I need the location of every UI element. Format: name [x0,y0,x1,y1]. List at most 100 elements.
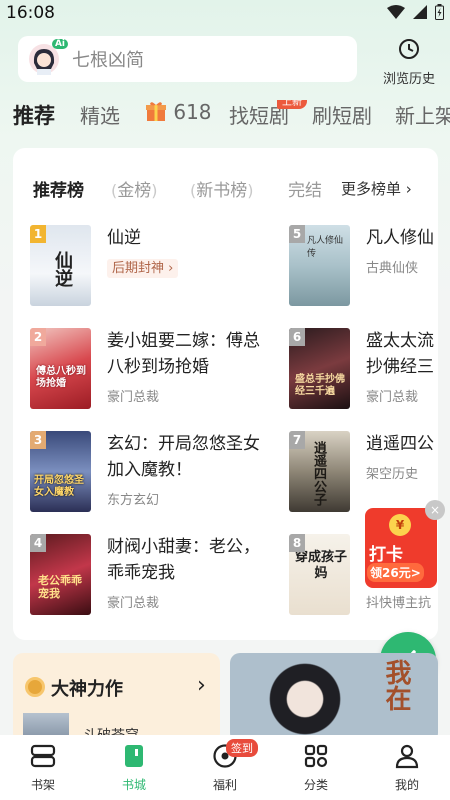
rank-tab-gold[interactable]: (金榜) [111,176,158,201]
book-tag: 古典仙侠 [366,261,419,276]
browse-history-button[interactable]: 浏览历史 [374,38,444,87]
book-item-1[interactable]: 仙逆 1 仙逆 后期封神 › [30,225,280,307]
rank-tab-new-book[interactable]: (新书榜) [190,176,254,201]
search-bar[interactable]: Ai 七根凶简 [18,36,357,82]
rank-tab-recommend[interactable]: 推荐榜 [33,176,84,201]
book-title-line2: 乖乖宠我 [107,563,175,583]
ranking-tabs: 推荐榜 (金榜) (新书榜) 完结 更多榜单 › [13,176,438,202]
nav-bookstore-label: 书城 [121,778,146,792]
book-cover: 仙逆 1 [30,225,91,306]
promo-amount: 领26元> [367,563,424,582]
wifi-icon [387,5,405,19]
bottom-nav: 书架 书城 签到 福利 分类 我的 [0,735,450,800]
rank-badge: 1 [30,225,46,243]
promo-label: 打卡 [369,545,403,565]
book-cover: 傅总八秒到场抢婚 2 [30,328,91,409]
cover-title: 穿成孩子妈 [295,550,348,581]
nav-profile[interactable]: 我的 [372,743,442,793]
book-item-2[interactable]: 傅总八秒到场抢婚 2 姜小姐要二嫁：傅总 八秒到场抢婚 豪门总裁 [30,328,290,410]
search-placeholder: 七根凶简 [72,50,144,71]
book-tag-pill: 后期封神 › [107,259,179,278]
book-title: 逍遥四公 [366,434,434,454]
book-cover: 开局忽悠圣女入魔教 3 [30,431,91,512]
more-ranks-link[interactable]: 更多榜单 › [341,178,412,199]
book-tag: 东方玄幻 [107,493,160,508]
book-tag: 后期封神 › [107,257,179,278]
book-title: 姜小姐要二嫁：傅总 [107,331,260,351]
rank-badge: 4 [30,534,46,552]
ai-badge: Ai [51,39,68,49]
tab-recommend[interactable]: 推荐 [13,100,55,130]
rank-badge: 7 [289,431,305,449]
book-item-5[interactable]: 凡人修仙传 5 凡人修仙 古典仙侠 [289,225,438,307]
battery-icon [435,4,444,20]
coin-icon: ¥ [389,514,411,536]
book-title-line2: 八秒到场抢婚 [107,357,209,377]
book-item-3[interactable]: 开局忽悠圣女入魔教 3 玄幻：开局忽悠圣女 加入魔教！ 东方玄幻 [30,431,290,513]
tab-618[interactable]: 618 [145,100,212,124]
banner-text: 我在 [381,659,411,711]
book-title-line2: 抄佛经三 [366,357,434,377]
book-tag-text: 后期封神 [112,261,165,276]
great-works-card[interactable]: 大神力作 › 斗破苍穹 [13,653,220,743]
book-title: 财阀小甜妻：老公， [107,537,260,557]
book-tag: 豪门总裁 [107,390,160,405]
tab-featured[interactable]: 精选 [80,100,120,129]
nav-welfare-label: 福利 [212,778,237,792]
gift-icon [146,102,166,121]
book-cover: 盛总手抄佛经三千遍 6 [289,328,350,409]
rank-badge: 8 [289,534,305,552]
sign-in-badge: 签到 [226,739,258,757]
nav-bookshelf-label: 书架 [30,778,55,792]
check-in-promo[interactable]: ¥ 打卡 领26元> × [365,500,445,610]
nav-bookshelf[interactable]: 书架 [8,743,78,793]
bookshelf-icon [30,744,56,768]
book-cover: 逍遥四公子 7 [289,431,350,512]
bookstore-icon [125,745,143,767]
rank-badge: 6 [289,328,305,346]
nav-category[interactable]: 分类 [281,743,351,793]
status-bar: 16:08 [0,0,450,26]
profile-icon [395,744,419,769]
book-tag: 架空历史 [366,467,419,482]
cover-title: 仙逆 [52,251,73,287]
cover-title: 凡人修仙传 [307,236,344,259]
laurel-right-icon: ) [151,181,158,200]
book-title-line2: 加入魔教！ [107,460,192,480]
nav-bookstore[interactable]: 书城 [99,743,169,793]
book-title: 玄幻：开局忽悠圣女 [107,434,260,454]
browse-history-label: 浏览历史 [382,72,435,87]
book-cover: 穿成孩子妈 8 [289,534,350,615]
tab-find-short-drama[interactable]: 找短剧 上新 [229,100,307,129]
nav-category-label: 分类 [303,778,328,792]
banner-figure [260,663,350,743]
book-cover: 老公乖乖宠我 4 [30,534,91,615]
rank-badge: 3 [30,431,46,449]
tab-watch-short-drama[interactable]: 刷短剧 [312,100,372,129]
tab-new-arrivals[interactable]: 新上架 [395,100,450,129]
rank-badge: 2 [30,328,46,346]
book-item-4[interactable]: 老公乖乖宠我 4 财阀小甜妻：老公， 乖乖宠我 豪门总裁 [30,534,290,616]
status-time: 16:08 [6,3,55,23]
new-badge: 上新 [277,100,307,109]
great-works-title: 大神力作 [51,679,123,700]
promo-banner[interactable]: 我在 [230,653,438,743]
rank-tab-new-book-label: 新书榜 [196,181,248,201]
book-title: 仙逆 [107,228,141,248]
rank-badge: 5 [289,225,305,243]
nav-welfare[interactable]: 签到 福利 [190,739,260,793]
laurel-right-icon: ) [247,181,254,200]
book-tag: 豪门总裁 [366,390,419,405]
channel-tabs: 推荐 精选 618 找短剧 上新 刷短剧 新上架 [0,100,450,136]
book-title: 盛太太流 [366,331,434,351]
rank-tab-completed[interactable]: 完结 [288,176,322,201]
clock-icon [399,39,419,59]
tab-618-label: 618 [173,100,212,124]
cover-title: 老公乖乖宠我 [38,574,82,600]
promo-close-button[interactable]: × [425,500,445,520]
cover-title: 傅总八秒到场抢婚 [36,366,86,389]
cover-title: 盛总手抄佛经三千遍 [295,374,345,397]
book-item-6[interactable]: 盛总手抄佛经三千遍 6 盛太太流 抄佛经三 豪门总裁 [289,328,438,410]
ai-avatar[interactable]: Ai [28,39,68,75]
medal-icon [25,677,45,697]
